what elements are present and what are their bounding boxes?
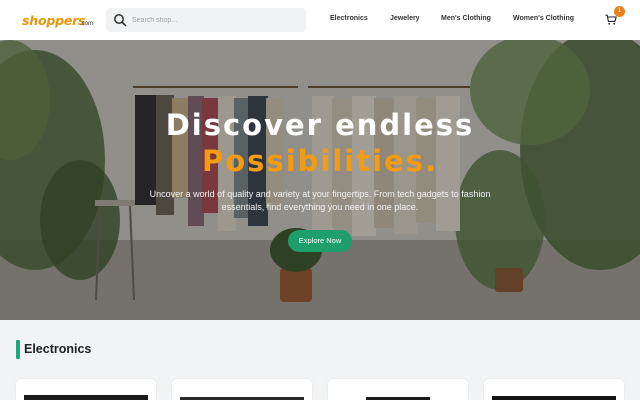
product-card[interactable] [484, 379, 624, 400]
hero-title-line2: Possibilities. [202, 144, 438, 178]
section-accent-bar [16, 340, 20, 359]
hero-subtitle: Uncover a world of quality and variety a… [149, 189, 491, 212]
nav-mens-clothing[interactable]: Men's Clothing [441, 15, 491, 22]
product-image [24, 395, 148, 400]
search-icon[interactable] [113, 13, 127, 27]
explore-now-button[interactable]: Explore Now [288, 230, 352, 252]
hero-overlay [0, 40, 640, 320]
search-input[interactable] [132, 12, 302, 28]
nav-jewelery[interactable]: Jewelery [390, 15, 420, 22]
hero-title-line1: Discover endless [165, 108, 475, 142]
product-card[interactable] [172, 379, 312, 400]
nav-electronics[interactable]: Electronics [330, 15, 368, 22]
product-card[interactable] [16, 379, 156, 400]
search-bar [106, 8, 306, 32]
nav-womens-clothing[interactable]: Women's Clothing [513, 15, 574, 22]
top-header: shoppers .com Electronics Jewelery Men's… [0, 0, 640, 40]
product-image [492, 396, 616, 400]
section-title-electronics: Electronics [24, 342, 92, 356]
cart-count-badge: 1 [614, 6, 625, 17]
product-card[interactable] [328, 379, 468, 400]
site-logo[interactable]: shoppers [22, 13, 86, 28]
logo-suffix: .com [80, 21, 94, 27]
logo-text: shoppers [22, 13, 86, 28]
hero-banner: Discover endless Possibilities. Uncover … [0, 40, 640, 320]
